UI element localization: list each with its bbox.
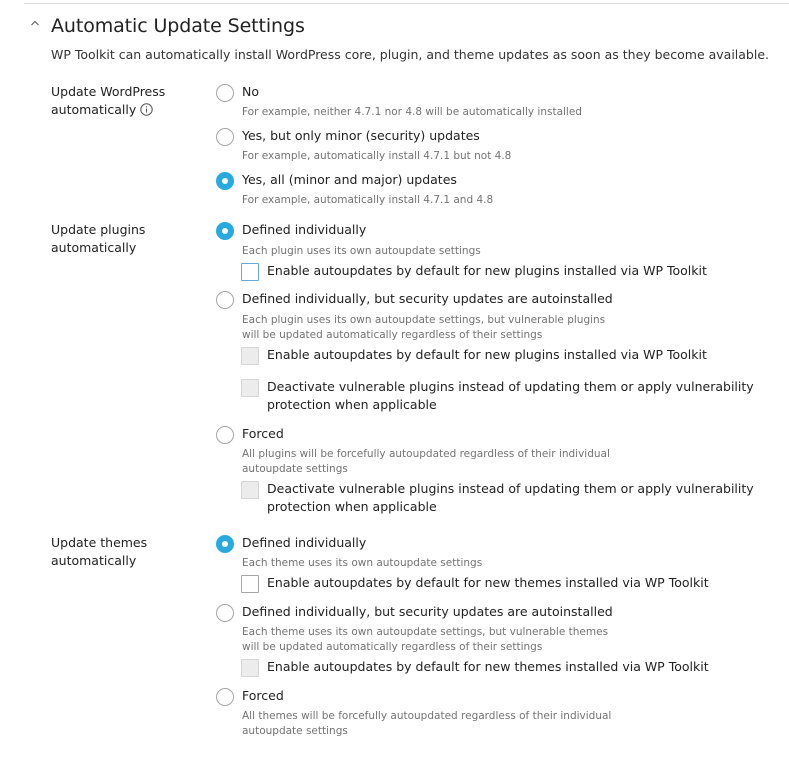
themes-option-security[interactable]: Defined individually, but security updat… (242, 603, 613, 621)
wordpress-option-all[interactable]: Yes, all (minor and major) updates (242, 171, 457, 189)
section-title: Automatic Update Settings (51, 15, 305, 37)
plugins-radio-individual[interactable] (216, 222, 234, 240)
themes-radio-individual[interactable] (216, 535, 234, 553)
plugins-option-forced-hint-line1: All plugins will be forcefully autoupdat… (242, 448, 610, 460)
themes-option-individual-hint: Each theme uses its own autoupdate setti… (242, 557, 483, 569)
wordpress-radio-minor[interactable] (216, 128, 234, 146)
wordpress-radio-all[interactable] (216, 172, 234, 190)
update-themes-label: Update themes automatically (51, 535, 148, 568)
plugins-security-enable-autoupdates-label: Enable autoupdates by default for new pl… (267, 347, 707, 362)
themes-option-security-hint-line2: will be updated automatically regardless… (242, 641, 543, 653)
themes-option-security-hint-line1: Each theme uses its own autoupdate setti… (242, 626, 609, 638)
plugins-security-deactivate-vulnerable-label-line1: Deactivate vulnerable plugins instead of… (267, 379, 754, 394)
plugins-forced-deactivate-vulnerable-label-line2: protection when applicable (267, 499, 437, 514)
themes-enable-autoupdates-label[interactable]: Enable autoupdates by default for new th… (267, 574, 709, 592)
plugins-option-individual[interactable]: Defined individually (242, 221, 366, 239)
themes-security-enable-autoupdates-label: Enable autoupdates by default for new th… (267, 659, 709, 674)
wordpress-option-minor[interactable]: Yes, but only minor (security) updates (242, 127, 480, 145)
plugins-forced-deactivate-vulnerable-checkbox (241, 481, 259, 499)
themes-radio-security[interactable] (216, 604, 234, 622)
chevron-up-icon[interactable] (28, 16, 42, 30)
plugins-enable-autoupdates-checkbox[interactable] (241, 263, 259, 281)
plugins-radio-forced[interactable] (216, 426, 234, 444)
plugins-enable-autoupdates-label[interactable]: Enable autoupdates by default for new pl… (267, 262, 707, 280)
themes-option-forced-hint-line1: All themes will be forcefully autoupdate… (242, 710, 612, 722)
themes-option-individual[interactable]: Defined individually (242, 534, 366, 552)
plugins-option-security[interactable]: Defined individually, but security updat… (242, 290, 613, 308)
wordpress-radio-no[interactable] (216, 84, 234, 102)
wordpress-option-all-hint: For example, automatically install 4.7.1… (242, 194, 494, 206)
top-divider (24, 3, 789, 4)
themes-enable-autoupdates-checkbox[interactable] (241, 575, 259, 593)
plugins-security-deactivate-vulnerable-checkbox (241, 379, 259, 397)
plugins-security-deactivate-vulnerable-label-line2: protection when applicable (267, 397, 437, 412)
wordpress-option-minor-hint: For example, automatically install 4.7.1… (242, 150, 512, 162)
plugins-option-individual-hint: Each plugin uses its own autoupdate sett… (242, 245, 481, 257)
section-description: WP Toolkit can automatically install Wor… (51, 47, 770, 62)
themes-security-enable-autoupdates-checkbox (241, 659, 259, 677)
info-icon[interactable] (140, 103, 153, 116)
themes-option-forced-hint-line2: autoupdate settings (242, 725, 348, 737)
plugins-option-forced-hint-line2: autoupdate settings (242, 463, 348, 475)
plugins-forced-deactivate-vulnerable-label-line1: Deactivate vulnerable plugins instead of… (267, 481, 754, 496)
update-plugins-label: Update plugins automatically (51, 222, 146, 255)
themes-radio-forced[interactable] (216, 688, 234, 706)
plugins-option-security-hint-line1: Each plugin uses its own autoupdate sett… (242, 314, 606, 326)
themes-option-forced[interactable]: Forced (242, 687, 284, 705)
plugins-option-forced[interactable]: Forced (242, 425, 284, 443)
plugins-option-security-hint-line2: will be updated automatically regardless… (242, 329, 543, 341)
wordpress-option-no-hint: For example, neither 4.7.1 nor 4.8 will … (242, 106, 582, 118)
update-wordpress-label: Update WordPress automatically (51, 84, 166, 117)
wordpress-option-no[interactable]: No (242, 83, 259, 101)
plugins-radio-security[interactable] (216, 291, 234, 309)
plugins-security-enable-autoupdates-checkbox (241, 347, 259, 365)
